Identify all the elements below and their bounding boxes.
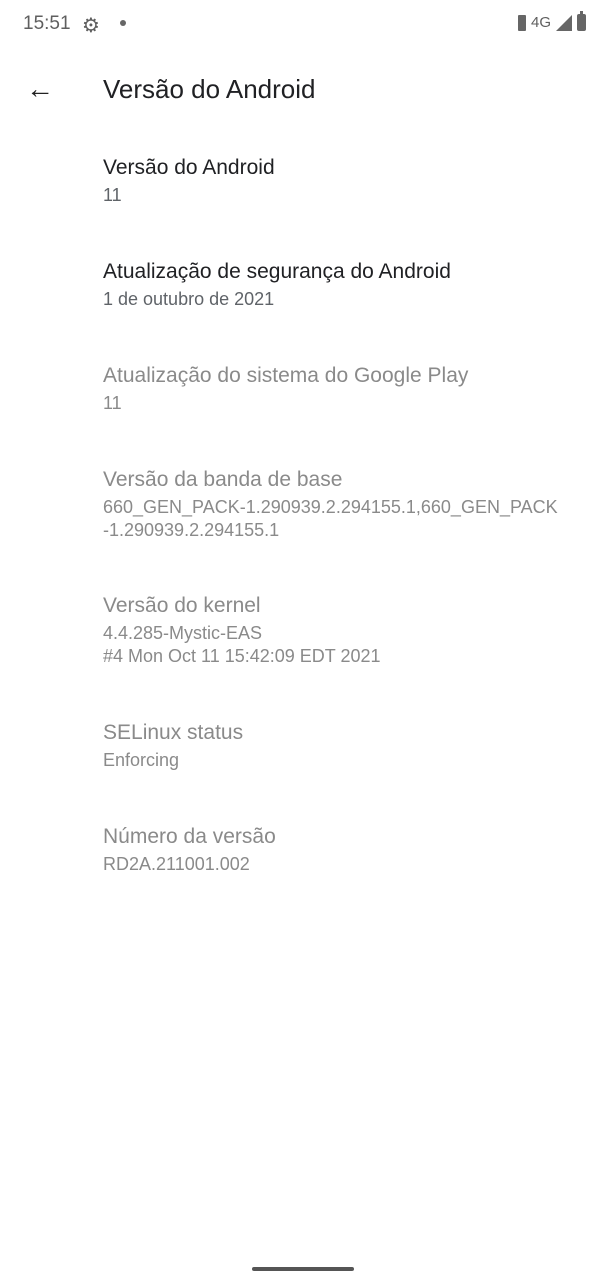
list-item-baseband: Versão da banda de base 660_GEN_PACK-1.2… [103, 466, 586, 542]
page-title: Versão do Android [103, 74, 316, 104]
item-summary: RD2A.211001.002 [103, 854, 250, 874]
item-summary: 4.4.285-Mystic-EAS #4 Mon Oct 11 15:42:0… [103, 623, 381, 666]
arrow-back-icon[interactable]: ← [26, 74, 56, 104]
item-title: Atualização do sistema do Google Play [103, 364, 469, 387]
list-item-build-number: Número da versão RD2A.211001.002 [103, 823, 586, 876]
list-item-android-version[interactable]: Versão do Android 11 [103, 154, 586, 207]
item-summary: 1 de outubro de 2021 [103, 289, 275, 309]
gesture-nav-handle[interactable] [252, 1267, 354, 1271]
list-item-selinux: SELinux status Enforcing [103, 719, 586, 772]
item-summary: 660_GEN_PACK-1.290939.2.294155.1,660_GEN… [103, 497, 558, 540]
battery-icon [577, 11, 586, 31]
signal-icon [556, 14, 572, 31]
item-summary: 11 [103, 185, 122, 205]
notification-dot-icon [120, 20, 126, 26]
item-title: SELinux status [103, 721, 244, 744]
list-item-google-play-update: Atualização do sistema do Google Play 11 [103, 362, 586, 415]
item-summary: 11 [103, 393, 122, 413]
list-item-kernel: Versão do kernel 4.4.285-Mystic-EAS #4 M… [103, 592, 586, 668]
vibrate-icon [517, 14, 526, 31]
status-bar: 15:51 ⚙ 4G [0, 0, 606, 50]
item-summary: Enforcing [103, 750, 180, 770]
gear-icon: ⚙ [82, 15, 100, 37]
list-item-security-update[interactable]: Atualização de segurança do Android 1 de… [103, 258, 586, 311]
status-time: 15:51 [23, 13, 71, 34]
item-title: Versão do kernel [103, 594, 261, 617]
item-title: Atualização de segurança do Android [103, 260, 451, 283]
item-title: Número da versão [103, 825, 276, 848]
item-title: Versão do Android [103, 156, 275, 179]
network-type: 4G [530, 14, 551, 31]
item-title: Versão da banda de base [103, 468, 343, 491]
